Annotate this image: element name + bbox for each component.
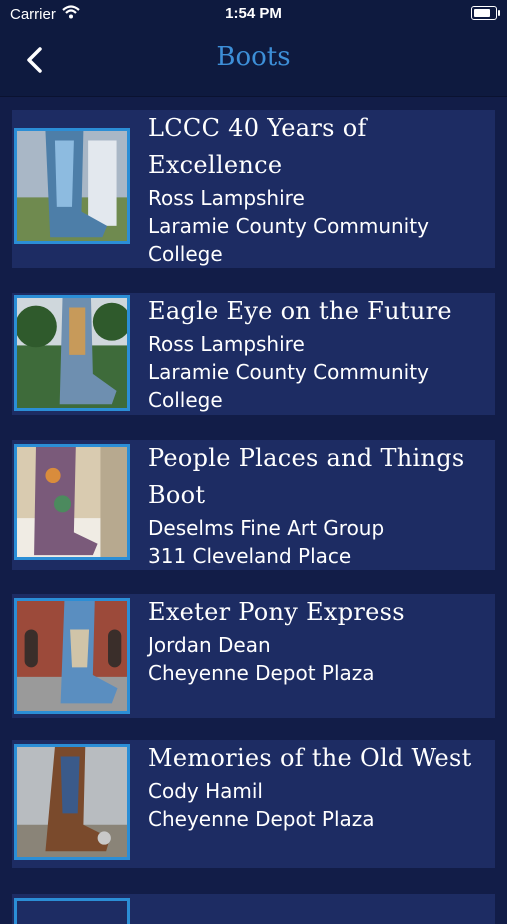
boot-thumbnail xyxy=(14,898,130,924)
boot-title: Memories of the Old West xyxy=(148,744,472,772)
boot-title: People Places and Things Boot xyxy=(148,444,465,509)
boot-list-item[interactable]: Memories of the Old West Cody Hamil Chey… xyxy=(12,740,495,868)
boot-thumbnail xyxy=(14,128,130,244)
boot-location: Cheyenne Depot Plaza xyxy=(148,661,375,685)
boot-artist: Deselms Fine Art Group xyxy=(148,516,385,540)
boot-list-item[interactable] xyxy=(12,894,495,924)
battery-icon xyxy=(471,6,500,20)
boot-list-item[interactable]: Eagle Eye on the Future Ross Lampshire L… xyxy=(12,293,495,415)
boot-title: Eagle Eye on the Future xyxy=(148,297,452,325)
boot-title: Exeter Pony Express xyxy=(148,598,405,626)
boot-thumbnail xyxy=(14,444,130,560)
boot-location: Laramie County Community College xyxy=(148,360,429,412)
boot-thumbnail xyxy=(14,744,130,860)
boot-thumbnail xyxy=(14,295,130,411)
boot-details: Eagle Eye on the Future Ross Lampshire L… xyxy=(148,293,489,414)
boot-title: LCCC 40 Years of Excellence xyxy=(148,114,367,179)
boot-list-item[interactable]: Exeter Pony Express Jordan Dean Cheyenne… xyxy=(12,594,495,718)
boot-details: Exeter Pony Express Jordan Dean Cheyenne… xyxy=(148,594,489,687)
boot-thumbnail xyxy=(14,598,130,714)
boot-details: Memories of the Old West Cody Hamil Chey… xyxy=(148,740,489,833)
status-time: 1:54 PM xyxy=(225,5,282,22)
status-bar: Carrier 1:54 PM xyxy=(0,0,507,30)
page-title: Boots xyxy=(216,42,291,72)
boot-artist: Cody Hamil xyxy=(148,779,263,803)
boot-details: LCCC 40 Years of Excellence Ross Lampshi… xyxy=(148,110,489,268)
boot-artist: Ross Lampshire xyxy=(148,186,305,210)
boot-location: Cheyenne Depot Plaza xyxy=(148,807,375,831)
boot-list-item[interactable]: LCCC 40 Years of Excellence Ross Lampshi… xyxy=(12,110,495,268)
battery-level xyxy=(474,9,490,17)
boot-location: 311 Cleveland Place xyxy=(148,544,352,568)
navigation-bar: Boots xyxy=(0,30,507,97)
boot-location: Laramie County Community College xyxy=(148,214,429,266)
boot-artist: Ross Lampshire xyxy=(148,332,305,356)
boot-details: People Places and Things Boot Deselms Fi… xyxy=(148,440,489,570)
boot-list-item[interactable]: People Places and Things Boot Deselms Fi… xyxy=(12,440,495,570)
boot-artist: Jordan Dean xyxy=(148,633,271,657)
